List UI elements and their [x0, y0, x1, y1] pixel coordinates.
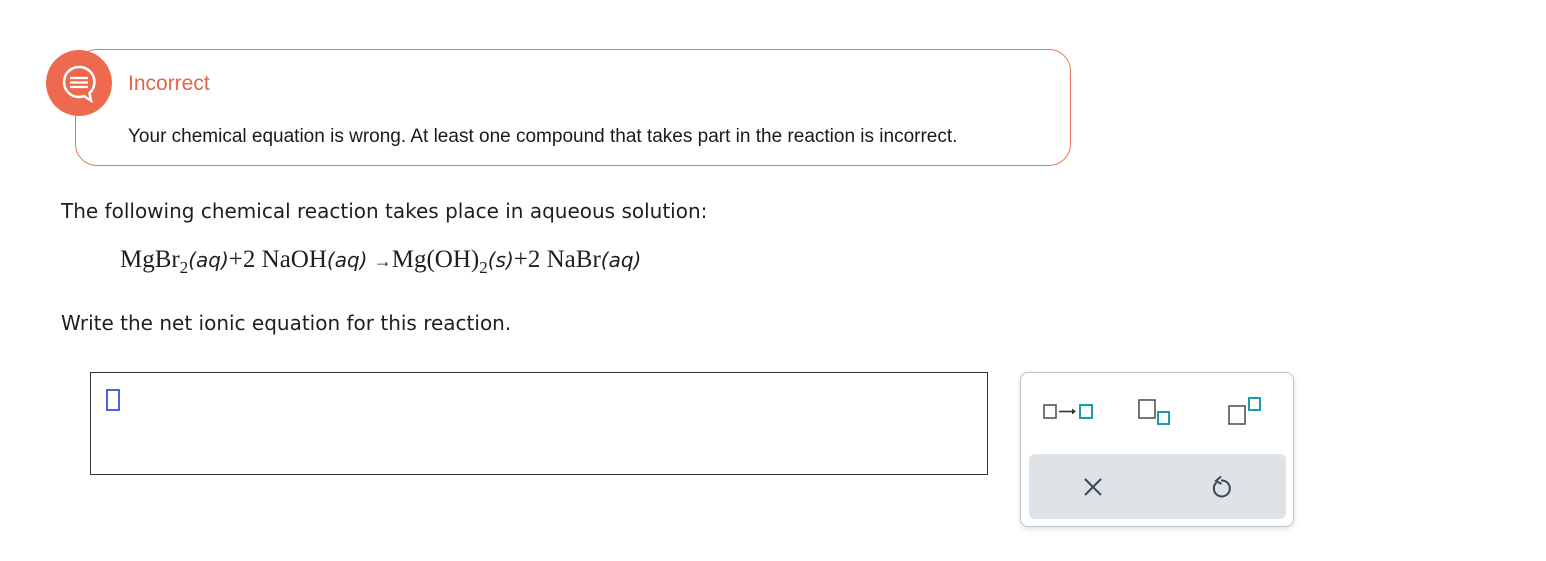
- undo-button[interactable]: [1208, 474, 1234, 500]
- chemical-equation: MgBr2(aq)+2 NaOH(aq) →Mg(OH)2(s)+2 NaBr(…: [120, 246, 642, 277]
- product-1: Mg: [391, 246, 427, 273]
- product-1-group: (OH): [426, 246, 480, 273]
- product-1-subscript: 2: [479, 258, 488, 277]
- input-placeholder-box[interactable]: [106, 389, 120, 411]
- plus-sign: +: [513, 246, 528, 273]
- feedback-title: Incorrect: [128, 72, 210, 95]
- reaction-arrow: →: [373, 251, 392, 271]
- reactant-1-state: (aq): [188, 248, 229, 272]
- subscript-button[interactable]: [1135, 397, 1179, 427]
- reaction-arrow-icon: [1043, 404, 1093, 419]
- superscript-button[interactable]: [1225, 395, 1269, 427]
- undo-icon: [1212, 475, 1231, 498]
- answer-input[interactable]: [90, 372, 988, 475]
- palette-action-bar: [1029, 454, 1286, 519]
- subscript-icon: [1138, 399, 1170, 425]
- plus-sign: +: [228, 246, 243, 273]
- feedback-message: Your chemical equation is wrong. At leas…: [128, 126, 958, 147]
- reaction-arrow-button[interactable]: [1041, 401, 1101, 423]
- reactant-1: MgBr: [120, 246, 180, 273]
- question-prompt: The following chemical reaction takes pl…: [61, 199, 708, 223]
- question-instruction: Write the net ionic equation for this re…: [61, 311, 512, 335]
- close-icon: [1084, 478, 1102, 496]
- product-2-coefficient: 2: [527, 246, 541, 273]
- product-2-state: (aq): [600, 248, 642, 272]
- equation-tool-palette: [1020, 372, 1294, 527]
- reactant-1-subscript: 2: [179, 258, 189, 277]
- superscript-icon: [1228, 397, 1261, 425]
- reactant-2-state: (aq): [326, 248, 368, 272]
- reactant-2-coefficient: 2: [242, 246, 256, 273]
- product-2: NaBr: [546, 246, 601, 273]
- clear-button[interactable]: [1080, 474, 1106, 500]
- chat-bubble-icon: [46, 50, 112, 116]
- product-1-state: (s): [487, 248, 514, 272]
- feedback-panel: [75, 49, 1071, 166]
- reactant-2: NaOH: [261, 246, 327, 273]
